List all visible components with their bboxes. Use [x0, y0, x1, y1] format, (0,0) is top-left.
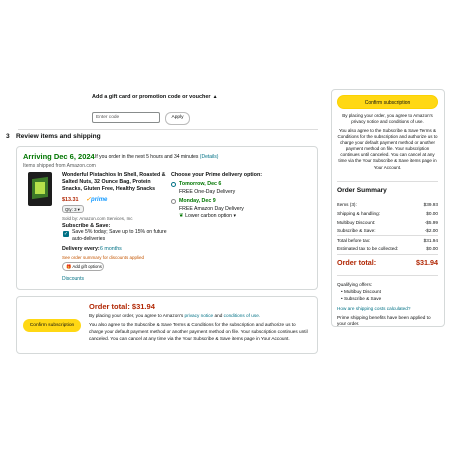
privacy-notice-link[interactable]: privacy notice	[185, 313, 214, 318]
sold-by: Sold by: Amazon.com Services, Inc	[62, 216, 133, 221]
arrival-date: Arriving Dec 6, 2024	[23, 152, 95, 161]
summary-row: Estimated tax to be collected: $0.00	[337, 246, 438, 251]
delivery-option-2-date[interactable]: Monday, Dec 9	[179, 198, 216, 204]
product-title[interactable]: Wonderful Pistachios In Shell, Roasted &…	[62, 172, 170, 194]
sidebar-terms-2: You also agree to the Subscribe & Save T…	[337, 128, 438, 170]
prime-benefits-note: Prime shipping benefits have been applie…	[337, 315, 431, 327]
delivery-radio-1[interactable]	[171, 182, 176, 187]
conditions-link[interactable]: conditions of use.	[224, 313, 260, 318]
leaf-icon: ❦	[179, 213, 184, 219]
quantity-select[interactable]: Qty: 3 ▾	[62, 205, 84, 213]
discounts-link[interactable]: Discounts	[62, 276, 84, 282]
divider	[337, 275, 438, 276]
gift-icon: 🎁	[66, 264, 72, 269]
summary-row: Subscribe & Save: -$2.00	[337, 228, 438, 233]
delivery-option-1-sub: FREE One-Day Delivery	[179, 189, 236, 195]
summary-row: Multibuy Discount: -$5.99	[337, 220, 438, 225]
summary-row: Items (3): $39.93	[337, 202, 438, 207]
divider	[337, 235, 438, 236]
sidebar-confirm-subscription-button[interactable]: Confirm subscription	[337, 95, 438, 109]
lower-carbon-toggle[interactable]: ❦ Lower carbon option ▾	[179, 213, 236, 219]
sidebar-terms-1: By placing your order, you agree to Amaz…	[342, 113, 433, 125]
delivery-option-1-date[interactable]: Tomorrow, Dec 6	[179, 181, 221, 187]
product-price: $13.31	[62, 197, 79, 203]
confirm-subscription-button[interactable]: Confirm subscription	[23, 319, 81, 332]
gift-card-toggle[interactable]: Add a gift card or promotion code or vou…	[92, 94, 218, 100]
section-title: Review items and shipping	[16, 133, 101, 140]
divider	[337, 181, 438, 182]
order-summary-title: Order Summary	[337, 187, 387, 194]
product-image[interactable]	[28, 172, 52, 206]
delivery-every-label: Delivery every:	[62, 246, 100, 252]
subscribe-checkbox[interactable]: ✓	[63, 231, 69, 237]
chevron-down-icon: ▾	[77, 207, 80, 212]
section-number: 3	[6, 133, 10, 140]
order-terms: By placing your order, you agree to Amaz…	[89, 313, 261, 318]
delivery-radio-2[interactable]	[171, 199, 176, 204]
delivery-frequency-link[interactable]: 6 months	[100, 246, 122, 252]
gift-card-title: Add a gift card or promotion code or vou…	[92, 94, 211, 100]
delivery-heading: Choose your Prime delivery option:	[171, 172, 263, 178]
divider	[337, 254, 438, 255]
qualifying-offer: • Subscribe & Save	[341, 296, 382, 301]
arrival-subtext: If you order in the next 5 hours and 34 …	[95, 154, 219, 160]
summary-row: Total before tax: $31.94	[337, 238, 438, 243]
prime-badge: ✓prime	[86, 197, 108, 203]
subscription-terms: You also agree to the Subscribe & Save T…	[89, 322, 308, 341]
add-gift-options-button[interactable]: 🎁 Add gift options	[62, 262, 104, 271]
sidebar-order-total: Order total: $31.94	[337, 258, 438, 267]
qualifying-offers-title: Qualifying offers:	[337, 282, 373, 287]
qualifying-offer: • Multibuy Discount	[341, 289, 381, 294]
shipped-from: Items shipped from Amazon.com	[23, 163, 96, 169]
divider	[18, 129, 318, 130]
details-link[interactable]: (Details)	[200, 154, 219, 160]
apply-button[interactable]: Apply	[165, 112, 190, 125]
order-total-label: Order total: $31.94	[89, 302, 155, 311]
save-text: Save 5% today; Save up to 15% on future …	[72, 229, 167, 243]
summary-row: Shipping & handling: $0.00	[337, 211, 438, 216]
delivery-option-2-sub: FREE Amazon Day Delivery	[179, 206, 244, 212]
chevron-up-icon: ▲	[212, 94, 218, 100]
shipping-costs-link[interactable]: How are shipping costs calculated?	[337, 306, 410, 311]
chevron-down-icon: ▾	[233, 213, 237, 219]
discount-note: See order summary for discounts applied	[62, 255, 145, 260]
promo-code-input[interactable]: Enter code	[92, 112, 160, 123]
